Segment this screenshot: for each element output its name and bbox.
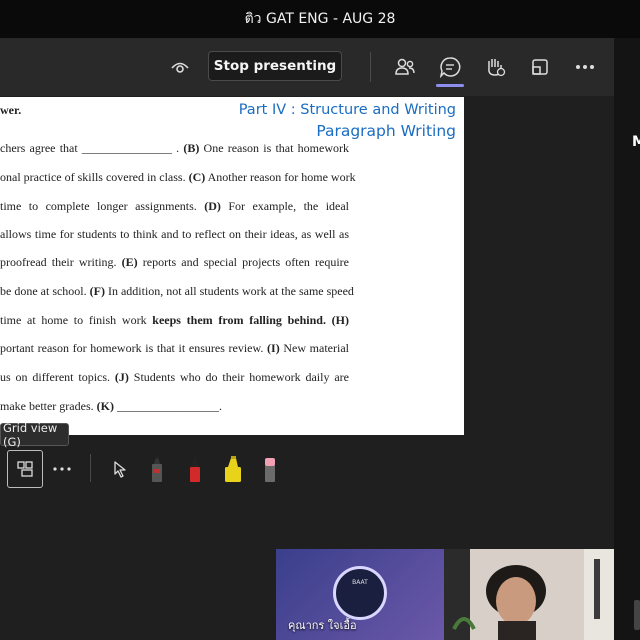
annotation-toolbar xyxy=(0,446,300,490)
slide-run-text: _________________. xyxy=(113,399,222,413)
slide-answer-text: wer. xyxy=(0,103,22,117)
slide-run-text: be done at school. xyxy=(0,284,87,298)
participant-tile-2[interactable] xyxy=(444,549,614,640)
participant-logo-text: BAAT xyxy=(352,579,368,586)
slide-run-text: One reason is that homework xyxy=(199,141,349,155)
annotation-divider xyxy=(90,454,91,482)
slide-run-text: reports and special projects often requi… xyxy=(137,255,349,269)
chat-icon[interactable] xyxy=(435,52,465,82)
slide-run-text: proofread their writing. xyxy=(0,255,117,269)
slide-text-line: allows time for students to think and to… xyxy=(0,227,349,242)
slide-marker-text: (B) xyxy=(179,141,200,155)
window-title: ติว GAT ENG - AUG 28 xyxy=(244,11,396,27)
participant-tile-1[interactable]: BAAT คุณากร ใจเอื้อ xyxy=(276,549,444,640)
slide-text-line: us on different topics. (J) Students who… xyxy=(0,370,349,385)
slide-run-text: chers agree that _______________ . xyxy=(0,141,180,155)
slide-marker-text: (E) xyxy=(116,255,138,269)
meeting-toolbar: Stop presenting xyxy=(0,38,614,96)
grid-view-icon xyxy=(17,461,33,477)
slide-marker-text: (F) xyxy=(86,284,105,298)
highlighter-yellow-icon[interactable] xyxy=(215,450,251,488)
slide-text-line: portant reason for homework is that it e… xyxy=(0,341,349,356)
slide-text-line: make better grades. (K) ________________… xyxy=(0,399,349,414)
slide-run-text: New material xyxy=(279,341,349,355)
slide-text-line: proofread their writing. (E) reports and… xyxy=(0,255,349,270)
slide-run-text: Another reason for home work xyxy=(205,170,356,184)
participant-name: คุณากร ใจเอื้อ xyxy=(288,619,357,632)
slide-text-line: onal practice of skills covered in class… xyxy=(0,170,356,185)
slide-run-text: time at home to finish work xyxy=(0,313,153,327)
pointer-icon[interactable] xyxy=(102,450,138,488)
participant-logo: BAAT xyxy=(333,566,387,620)
slide-run-text: us on different topics. xyxy=(0,370,111,384)
slide-text-line: be done at school. (F) In addition, not … xyxy=(0,284,354,299)
slide-run-text: make better grades. xyxy=(0,399,94,413)
shared-slide: wer. Part IV : Structure and Writing Par… xyxy=(0,97,464,435)
more-icon[interactable] xyxy=(44,450,80,488)
slide-text-line: chers agree that _______________ . (B) O… xyxy=(0,141,349,156)
share-screen-icon[interactable] xyxy=(525,52,555,82)
window-title-bar: ติว GAT ENG - AUG 28 xyxy=(0,0,640,38)
participant-video-frame xyxy=(444,549,614,640)
side-panel-letter: M xyxy=(632,134,640,150)
active-tab-indicator xyxy=(436,84,464,87)
slide-marker-text: (J) xyxy=(110,370,129,384)
eye-icon[interactable] xyxy=(165,52,195,82)
raise-hand-icon[interactable] xyxy=(480,52,510,82)
more-options-icon[interactable] xyxy=(570,52,600,82)
slide-run-text: For example, the ideal xyxy=(220,199,350,213)
slide-marker-text: (C) xyxy=(185,170,206,184)
tooltip-text: Grid view (G) xyxy=(3,420,58,449)
toolbar-divider xyxy=(370,52,371,82)
slide-run-text: allows time for students to think and to… xyxy=(0,227,349,241)
grid-view-button[interactable] xyxy=(7,450,43,488)
stop-presenting-button[interactable]: Stop presenting xyxy=(208,51,342,81)
slide-marker-text: (K) xyxy=(93,399,114,413)
slide-run-text: time to complete longer assignments. xyxy=(0,199,197,213)
pen-red-icon[interactable] xyxy=(177,450,213,488)
slide-run-text: Students who do their homework daily are xyxy=(128,370,349,384)
people-icon[interactable] xyxy=(390,52,420,82)
slide-marker-text: (D) xyxy=(196,199,221,213)
slide-heading-part: Part IV : Structure and Writing xyxy=(238,102,456,118)
pen-black-icon[interactable] xyxy=(139,450,175,488)
slide-marker-text: (I) xyxy=(263,341,280,355)
side-panel: M xyxy=(614,38,640,640)
eraser-icon[interactable] xyxy=(252,450,288,488)
grid-view-tooltip: Grid view (G) xyxy=(0,420,69,449)
side-panel-scrollbar[interactable] xyxy=(634,600,640,630)
slide-heading-title: Paragraph Writing xyxy=(316,122,456,140)
slide-text-line: time at home to finish work keeps them f… xyxy=(0,313,349,328)
slide-run-text: In addition, not all students work at th… xyxy=(104,284,354,298)
slide-run-text: portant reason for homework is that it e… xyxy=(0,341,264,355)
slide-run-text: onal practice of skills covered in class… xyxy=(0,170,186,184)
slide-text-line: time to complete longer assignments. (D)… xyxy=(0,199,349,214)
slide-marker-text: keeps them from falling behind. (H) xyxy=(152,313,350,327)
